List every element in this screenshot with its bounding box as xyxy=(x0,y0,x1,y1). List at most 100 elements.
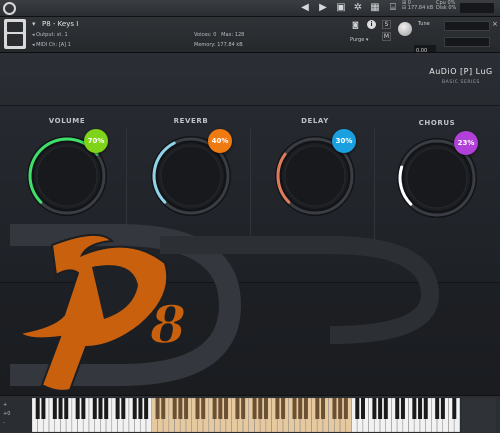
black-key xyxy=(161,398,166,419)
next-icon[interactable]: ▶ xyxy=(316,1,330,15)
close-icon[interactable]: × xyxy=(492,20,498,28)
gear-icon[interactable]: ✲ xyxy=(351,1,365,15)
piano-keyboard[interactable] xyxy=(32,398,460,432)
instrument-info-panel: ▾ P8 - Keys I ◂ Output: st. 1 ◂ MIDI Ch:… xyxy=(30,18,376,52)
black-key xyxy=(115,398,120,419)
knob-label: DELAY xyxy=(301,117,329,125)
black-key xyxy=(440,398,445,419)
black-key xyxy=(41,398,46,419)
camera-icon[interactable]: ◙ xyxy=(352,21,359,29)
black-key xyxy=(184,398,189,419)
save-icon[interactable]: ▣ xyxy=(334,1,348,15)
black-key xyxy=(235,398,240,419)
level-meter xyxy=(460,3,494,13)
grid-icon[interactable]: ▦ xyxy=(368,1,382,15)
black-key xyxy=(321,398,326,419)
voices-row: Voices: 0 Max: 128 xyxy=(194,32,245,38)
black-key xyxy=(355,398,360,419)
mute-button[interactable]: M xyxy=(382,32,391,41)
black-key xyxy=(121,398,126,419)
knob-value-badge: 30% xyxy=(332,129,356,153)
midi-row[interactable]: ◂ MIDI Ch: [A] 1 xyxy=(32,42,71,48)
instrument-title[interactable]: P8 - Keys I xyxy=(42,20,78,28)
keyboard-scroll[interactable] xyxy=(462,398,496,432)
black-key xyxy=(98,398,103,419)
black-key xyxy=(315,398,320,419)
black-key xyxy=(52,398,57,419)
black-key xyxy=(92,398,97,419)
volume-slider[interactable] xyxy=(444,21,490,31)
knob-reverb[interactable]: REVERB 40% xyxy=(146,117,236,227)
black-key xyxy=(212,398,217,419)
black-key xyxy=(435,398,440,419)
black-key xyxy=(292,398,297,419)
knob-chorus[interactable]: CHORUS 23% xyxy=(392,119,482,229)
knob-value-badge: 23% xyxy=(454,131,478,155)
instrument-icon xyxy=(4,19,26,49)
knob-volume[interactable]: VOLUME 70% xyxy=(22,117,112,227)
cpu-stat: Cpu 0% Disk 0% xyxy=(436,0,457,11)
black-key xyxy=(178,398,183,419)
tune-knob[interactable] xyxy=(398,22,412,36)
output-row[interactable]: ◂ Output: st. 1 xyxy=(32,32,68,38)
black-key xyxy=(378,398,383,419)
p8-logo: 8 xyxy=(10,224,440,392)
black-key xyxy=(132,398,137,419)
brand-logo: AuDiO [P] LuG BASIC SERIES xyxy=(425,67,497,105)
knob-value-badge: 70% xyxy=(84,129,108,153)
black-key xyxy=(35,398,40,419)
p8-logo-number: 8 xyxy=(149,295,186,356)
black-key xyxy=(241,398,246,419)
prev-icon[interactable]: ◀ xyxy=(298,1,312,15)
black-key xyxy=(138,398,143,419)
black-key xyxy=(360,398,365,419)
black-key xyxy=(395,398,400,419)
voices-stat: ⊞ 0 ⊟ 177.84 kB xyxy=(402,0,434,11)
black-key xyxy=(343,398,348,419)
black-key xyxy=(81,398,86,419)
brand-name: AuDiO [P] LuG xyxy=(429,67,493,76)
black-key xyxy=(383,398,388,419)
black-key xyxy=(258,398,263,419)
black-key xyxy=(155,398,160,419)
black-key xyxy=(452,398,457,419)
knob-label: VOLUME xyxy=(48,117,86,125)
black-key xyxy=(412,398,417,419)
black-key xyxy=(400,398,405,419)
black-key xyxy=(372,398,377,419)
black-key xyxy=(303,398,308,419)
octave-controls[interactable]: + +0 - xyxy=(3,401,10,428)
black-key xyxy=(58,398,63,419)
black-key xyxy=(252,398,257,419)
black-key xyxy=(418,398,423,419)
app-logo-icon xyxy=(3,2,16,15)
black-key xyxy=(64,398,69,419)
black-key xyxy=(275,398,280,419)
main-panel: AuDiO [P] LuG BASIC SERIES VOLUME 70% REVE… xyxy=(0,53,500,395)
black-key xyxy=(263,398,268,419)
knob-delay[interactable]: DELAY 30% xyxy=(270,117,360,227)
black-key xyxy=(332,398,337,419)
black-key xyxy=(195,398,200,419)
browse-icon[interactable]: ⌸ xyxy=(386,1,400,15)
purge-button[interactable]: Purge ▾ xyxy=(350,37,368,43)
brand-series: BASIC SERIES xyxy=(442,80,480,85)
memory-row: Memory: 177.84 kB xyxy=(194,42,243,48)
knob-label: CHORUS xyxy=(418,119,456,127)
black-key xyxy=(423,398,428,419)
top-toolbar: ◀ ▶ ▣ ✲ ▦ ⌸ ⊞ 0 ⊟ 177.84 kB Cpu 0% Disk … xyxy=(0,0,500,17)
instrument-header: ▾ P8 - Keys I ◂ Output: st. 1 ◂ MIDI Ch:… xyxy=(0,17,500,54)
knob-label: REVERB xyxy=(173,117,209,125)
black-key xyxy=(298,398,303,419)
info-button[interactable]: i xyxy=(367,20,376,29)
knob-value-badge: 40% xyxy=(208,129,232,153)
black-key xyxy=(172,398,177,419)
keyboard-area: + +0 - xyxy=(0,395,500,433)
black-key xyxy=(144,398,149,419)
collapse-icon[interactable]: ▾ xyxy=(32,20,36,28)
solo-button[interactable]: S xyxy=(382,20,391,29)
black-key xyxy=(338,398,343,419)
tune-label: Tune xyxy=(418,21,430,27)
black-key xyxy=(104,398,109,419)
pan-slider[interactable] xyxy=(444,37,490,47)
